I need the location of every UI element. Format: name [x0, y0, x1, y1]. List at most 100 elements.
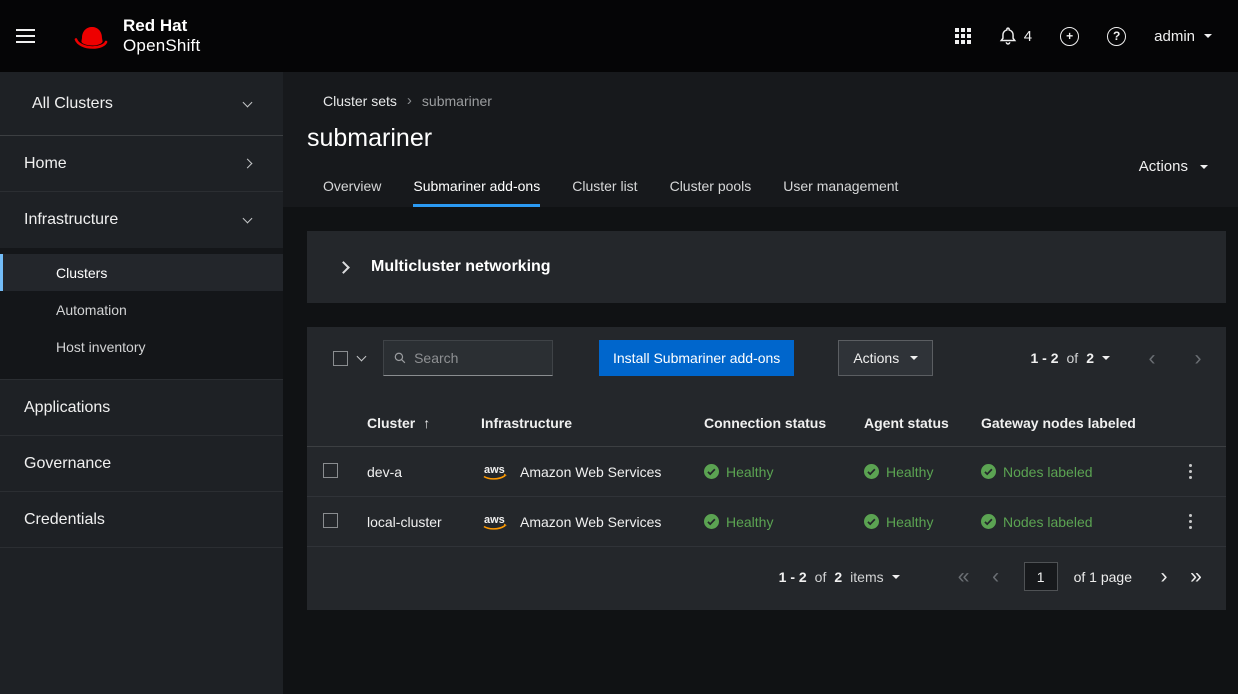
row-checkbox[interactable] — [323, 463, 338, 478]
check-circle-icon — [981, 514, 996, 529]
notification-count: 4 — [1024, 28, 1032, 45]
infrastructure-label: Amazon Web Services — [520, 514, 661, 530]
brand-line1: Red Hat — [123, 16, 200, 36]
current-page-input[interactable] — [1024, 562, 1058, 591]
page-actions-label: Actions — [1139, 158, 1188, 175]
tab-submariner-add-ons[interactable]: Submariner add-ons — [397, 168, 556, 207]
sidebar-item-infrastructure[interactable]: Infrastructure — [0, 192, 283, 248]
grid-icon — [955, 28, 971, 44]
pagination-total: 2 — [1086, 350, 1094, 366]
breadcrumb-link-cluster-sets[interactable]: Cluster sets — [323, 93, 397, 109]
breadcrumb: Cluster sets › submariner — [307, 92, 1214, 109]
footer-pagination-nav: « ‹ of 1 page › » — [952, 562, 1208, 591]
gateway-nodes-cell: Nodes labeled — [981, 464, 1167, 480]
plus-glyph: + — [1066, 30, 1073, 42]
sidebar-item-label: Applications — [24, 399, 110, 417]
table-toolbar: Install Submariner add-ons Actions 1 - 2… — [307, 327, 1226, 389]
pagination-items-label: items — [850, 569, 883, 585]
notifications-button[interactable]: 4 — [999, 27, 1032, 45]
next-page-icon[interactable]: › — [1186, 346, 1210, 371]
next-page-icon[interactable]: › — [1152, 564, 1176, 589]
svg-text:aws: aws — [484, 514, 505, 526]
row-checkbox[interactable] — [323, 513, 338, 528]
first-page-icon[interactable]: « — [952, 564, 976, 589]
bulk-select-checkbox[interactable] — [333, 351, 348, 366]
table-footer-pagination: 1 - 2 of 2 items « ‹ of 1 page › » — [307, 547, 1226, 610]
column-header-gateway-nodes: Gateway nodes labeled — [981, 415, 1167, 431]
sidebar-item-label: Credentials — [24, 511, 105, 529]
add-icon[interactable]: + — [1060, 27, 1079, 46]
status-label[interactable]: Nodes labeled — [1003, 514, 1093, 530]
sort-ascending-icon: ↑ — [423, 415, 430, 431]
tab-cluster-pools[interactable]: Cluster pools — [654, 168, 768, 207]
install-submariner-addons-button[interactable]: Install Submariner add-ons — [599, 340, 794, 376]
kebab-menu-icon[interactable] — [1177, 458, 1204, 485]
help-icon[interactable]: ? — [1107, 27, 1126, 46]
column-header-cluster[interactable]: Cluster ↑ — [367, 415, 481, 431]
breadcrumb-current: submariner — [422, 93, 492, 109]
sidebar-item-label: Infrastructure — [24, 211, 118, 229]
pagination-of-label: of — [1067, 350, 1079, 366]
redhat-openshift-logo: Red Hat OpenShift — [70, 16, 200, 56]
sidebar-item-clusters[interactable]: Clusters — [0, 254, 283, 291]
status-label[interactable]: Healthy — [886, 514, 933, 530]
user-menu[interactable]: admin — [1154, 28, 1212, 45]
question-glyph: ? — [1113, 30, 1120, 42]
cluster-perspective-switcher[interactable]: All Clusters — [0, 72, 283, 136]
sidebar-item-applications[interactable]: Applications — [0, 380, 283, 436]
column-header-agent-status: Agent status — [864, 415, 981, 431]
check-circle-icon — [704, 514, 719, 529]
column-header-connection-status: Connection status — [704, 415, 864, 431]
tab-overview[interactable]: Overview — [307, 168, 397, 207]
sidebar-item-credentials[interactable]: Credentials — [0, 492, 283, 548]
pagination-range: 1 - 2 — [1031, 350, 1059, 366]
page-actions-dropdown[interactable]: Actions — [1139, 158, 1208, 175]
sidebar-item-governance[interactable]: Governance — [0, 436, 283, 492]
expand-toggle-button[interactable] — [325, 249, 361, 285]
page-header: Cluster sets › submariner submariner Act… — [283, 72, 1238, 207]
check-circle-icon — [864, 514, 879, 529]
prev-page-icon[interactable]: ‹ — [984, 564, 1008, 589]
toolbar-actions-label: Actions — [853, 350, 899, 366]
search-icon — [394, 351, 406, 365]
prev-page-icon[interactable]: ‹ — [1140, 346, 1164, 371]
hamburger-menu-icon[interactable] — [16, 21, 46, 51]
submariner-addons-table-card: Install Submariner add-ons Actions 1 - 2… — [307, 327, 1226, 610]
agent-status-cell: Healthy — [864, 514, 981, 530]
table-header-row: Cluster ↑ Infrastructure Connection stat… — [307, 399, 1226, 447]
aws-icon: aws — [481, 462, 511, 481]
status-label[interactable]: Nodes labeled — [1003, 464, 1093, 480]
toolbar-actions-dropdown[interactable]: Actions — [838, 340, 933, 376]
connection-status-cell: Healthy — [704, 514, 864, 530]
redhat-fedora-icon — [70, 20, 114, 52]
tab-cluster-list[interactable]: Cluster list — [556, 168, 653, 207]
footer-pagination-menu[interactable]: 1 - 2 of 2 items — [779, 569, 900, 585]
infrastructure-subnav: Clusters Automation Host inventory — [0, 248, 283, 380]
sidebar-item-label: Home — [24, 155, 67, 173]
bell-icon — [999, 27, 1017, 45]
chevron-down-icon — [243, 214, 253, 224]
sidebar-item-automation[interactable]: Automation — [0, 291, 283, 328]
tab-user-management[interactable]: User management — [767, 168, 914, 207]
table-row: local-cluster aws Amazon Web Services He… — [307, 497, 1226, 547]
bulk-select-dropdown[interactable] — [333, 351, 365, 366]
page-title: submariner — [307, 124, 1214, 153]
app-launcher-icon[interactable] — [955, 28, 971, 44]
perspective-label: All Clusters — [32, 95, 113, 113]
sidebar-item-host-inventory[interactable]: Host inventory — [0, 328, 283, 365]
status-label[interactable]: Healthy — [726, 464, 773, 480]
user-menu-label: admin — [1154, 28, 1195, 45]
caret-down-icon — [1102, 356, 1110, 360]
status-label[interactable]: Healthy — [886, 464, 933, 480]
multicluster-networking-card: Multicluster networking — [307, 231, 1226, 303]
kebab-menu-icon[interactable] — [1177, 508, 1204, 535]
pagination-menu[interactable]: 1 - 2 of 2 — [1031, 350, 1111, 366]
sidebar-item-home[interactable]: Home — [0, 136, 283, 192]
cluster-name: dev-a — [367, 464, 481, 480]
check-circle-icon — [704, 464, 719, 479]
column-header-infrastructure: Infrastructure — [481, 415, 704, 431]
last-page-icon[interactable]: » — [1184, 564, 1208, 589]
search-input[interactable] — [414, 350, 542, 366]
page-content: Multicluster networking Install Submarin… — [283, 207, 1238, 610]
status-label[interactable]: Healthy — [726, 514, 773, 530]
